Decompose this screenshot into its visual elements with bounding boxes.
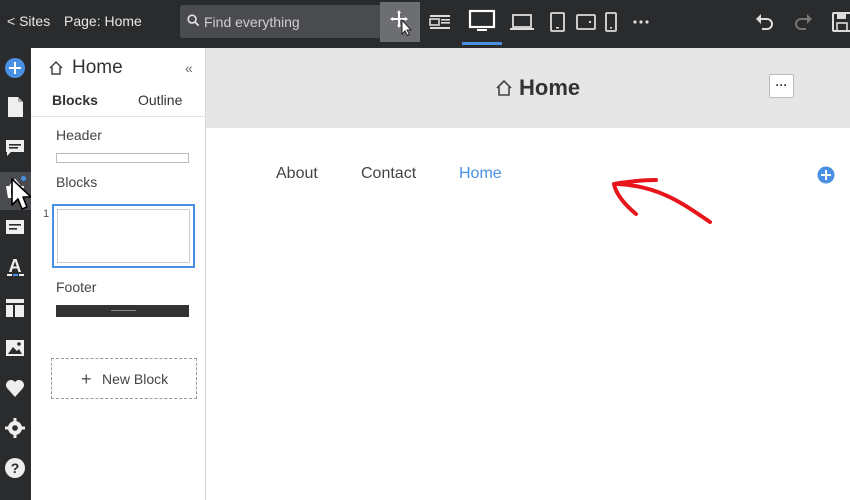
page-canvas: Home ··· About Contact Home	[206, 48, 850, 500]
new-block-label: New Block	[102, 371, 169, 387]
plus-icon: +	[81, 369, 92, 389]
layout-templates-icon[interactable]	[4, 297, 26, 319]
blocks-panel: Home « Blocks Outline Header Blocks 1 Fo…	[31, 48, 206, 500]
tab-outline[interactable]: Outline	[138, 92, 182, 108]
active-device-indicator	[462, 42, 502, 45]
phone-icon[interactable]	[599, 10, 623, 34]
page-title: Home	[519, 75, 581, 100]
tablet-landscape-icon[interactable]	[574, 10, 598, 34]
home-icon	[49, 60, 63, 75]
heart-icon[interactable]	[4, 377, 26, 399]
blocks-label: Blocks	[56, 174, 98, 190]
tab-blocks[interactable]: Blocks	[52, 92, 98, 108]
svg-text:?: ?	[11, 460, 20, 476]
svg-text:A: A	[9, 256, 22, 276]
move-button[interactable]	[380, 2, 420, 42]
tablet-portrait-icon[interactable]	[546, 10, 570, 34]
search-input[interactable]: Find everything	[180, 5, 380, 38]
text-icon[interactable]: A	[4, 256, 26, 278]
home-icon	[496, 79, 512, 96]
help-icon[interactable]: ?	[4, 457, 26, 479]
footer-label: Footer	[56, 279, 97, 295]
add-icon[interactable]	[4, 57, 26, 79]
redo-icon[interactable]	[792, 10, 816, 34]
new-block-button[interactable]: + New Block	[51, 358, 197, 399]
tab-divider	[31, 116, 206, 117]
page-options-button[interactable]: ···	[769, 74, 794, 98]
icon-rail: A ?	[0, 48, 31, 500]
page-header-bar: Home ···	[206, 48, 850, 128]
top-toolbar: < Sites Page: Home Find everything	[0, 0, 850, 48]
page-selector[interactable]: Page: Home	[64, 13, 142, 29]
settings-icon[interactable]	[4, 417, 26, 439]
annotation-arrow-icon	[612, 178, 712, 224]
comments-icon[interactable]	[4, 137, 26, 159]
layout-icon[interactable]	[428, 10, 452, 34]
add-nav-item-icon[interactable]	[817, 166, 835, 184]
footer-block-thumbnail[interactable]	[56, 305, 189, 317]
panel-title: Home	[72, 57, 123, 78]
more-icon[interactable]	[630, 10, 654, 34]
image-icon[interactable]	[4, 337, 26, 359]
nav-link-contact[interactable]: Contact	[361, 165, 416, 183]
pages-icon[interactable]	[4, 96, 26, 118]
laptop-icon[interactable]	[508, 10, 536, 34]
header-label: Header	[56, 127, 102, 143]
save-icon[interactable]	[830, 10, 850, 34]
search-icon	[187, 14, 200, 27]
undo-icon[interactable]	[752, 10, 776, 34]
nav-link-home[interactable]: Home	[459, 165, 502, 183]
forms-icon[interactable]	[4, 216, 26, 238]
desktop-icon[interactable]	[468, 9, 496, 33]
block-number: 1	[43, 208, 50, 220]
search-placeholder: Find everything	[204, 14, 300, 30]
sites-link[interactable]: < Sites	[7, 13, 50, 29]
move-icon	[390, 10, 413, 36]
header-block-thumbnail[interactable]	[56, 153, 189, 163]
nav-link-about[interactable]: About	[276, 165, 318, 183]
block-thumbnail-selected[interactable]	[52, 204, 195, 268]
collapse-panel-button[interactable]: «	[185, 60, 193, 76]
